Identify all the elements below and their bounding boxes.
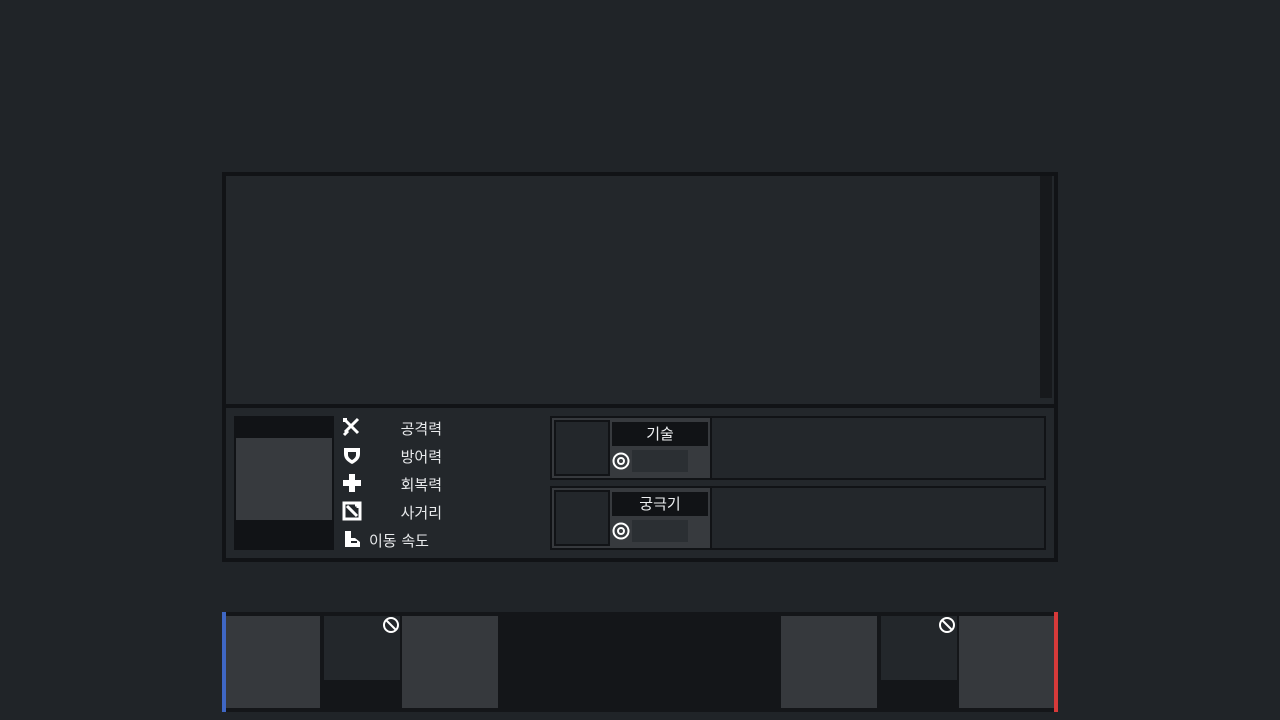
cooldown-icon	[612, 522, 630, 540]
skill-name: 기술	[612, 422, 708, 446]
stat-range: 사거리	[342, 500, 442, 528]
red-unit-slot[interactable]	[781, 616, 877, 708]
skill-header: 기술	[552, 418, 710, 478]
skill-card[interactable]: 기술	[550, 416, 1046, 480]
shield-icon	[344, 448, 360, 464]
ultimate-name: 궁극기	[612, 492, 708, 516]
portrait-image	[236, 438, 332, 520]
stat-defense: 방어력	[342, 444, 442, 472]
blue-unit-slot[interactable]	[226, 616, 320, 708]
ultimate-header: 궁극기	[552, 488, 710, 548]
stat-attack: 공격력	[342, 416, 442, 444]
red-team-marker	[1054, 612, 1058, 712]
stat-move-speed: 이동 속도	[342, 528, 442, 556]
unit-info-panel: 공격력 방어력 회복력 사거리 이동 속도 기술 궁극기	[222, 172, 1058, 562]
red-unit-slot[interactable]	[959, 616, 1054, 708]
description-area	[226, 176, 1054, 404]
plus-icon	[343, 474, 361, 492]
stat-label-move-speed: 이동 속도	[369, 532, 429, 550]
ban-icon	[383, 617, 399, 633]
stat-label-defense: 방어력	[400, 448, 442, 466]
unit-details: 공격력 방어력 회복력 사거리 이동 속도 기술 궁극기	[226, 408, 1054, 558]
team-bar	[222, 612, 1058, 712]
skill-description	[712, 418, 1044, 478]
cooldown-bar	[632, 450, 688, 472]
cooldown-icon	[612, 452, 630, 470]
ultimate-description	[712, 488, 1044, 548]
stat-heal: 회복력	[342, 472, 442, 500]
blue-unit-slot[interactable]	[402, 616, 498, 708]
stat-label-range: 사거리	[400, 504, 442, 522]
unit-portrait	[234, 416, 334, 550]
boot-icon	[345, 531, 360, 547]
sword-icon	[342, 417, 360, 437]
cooldown-bar	[632, 520, 688, 542]
stat-label-attack: 공격력	[400, 420, 442, 438]
ultimate-card[interactable]: 궁극기	[550, 486, 1046, 550]
skill-icon	[554, 420, 610, 476]
stat-label-heal: 회복력	[400, 476, 442, 494]
ban-icon	[939, 617, 955, 633]
stat-list: 공격력 방어력 회복력 사거리 이동 속도	[342, 416, 442, 556]
ultimate-icon	[554, 490, 610, 546]
scrollbar[interactable]	[1040, 176, 1052, 398]
range-icon	[342, 501, 362, 521]
